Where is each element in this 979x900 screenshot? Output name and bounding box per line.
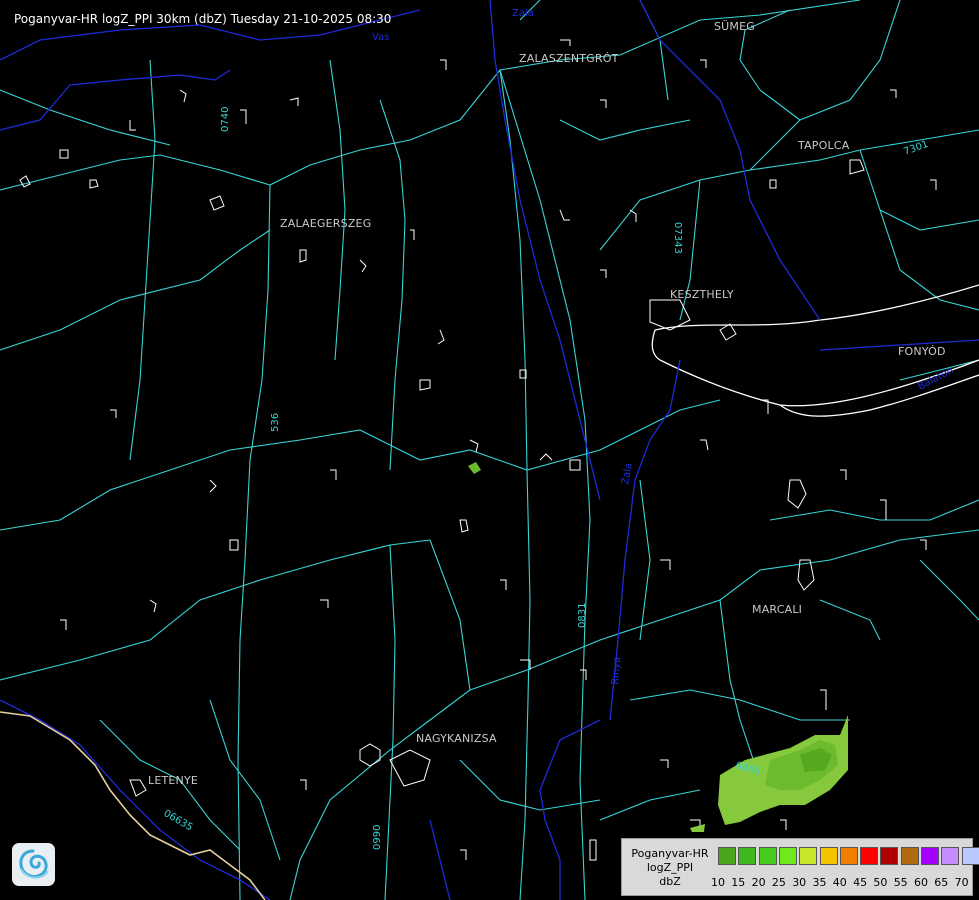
legend-swatch — [961, 847, 979, 865]
city-label-keszthely: KESZTHELY — [670, 288, 734, 301]
legend-tick-label: 25 — [771, 876, 786, 889]
legend-tick-label: 55 — [893, 876, 908, 889]
legend-swatch — [819, 847, 838, 865]
radar-product-title: Poganyvar-HR logZ_PPI 30km (dbZ) Tuesday… — [14, 12, 392, 26]
legend-swatch — [718, 847, 736, 865]
water-label: Zala — [512, 8, 534, 19]
legend-tick-label: 10 — [711, 876, 725, 889]
legend-swatch — [921, 847, 939, 865]
road-label: 07343 — [672, 222, 683, 254]
legend-tick-label: 50 — [873, 876, 888, 889]
legend-tick-label: 45 — [853, 876, 868, 889]
legend-swatch — [941, 847, 960, 865]
city-label-tapolca: TAPOLCA — [798, 139, 850, 152]
road-label: 0831 — [577, 603, 588, 628]
road-label: 0740 — [220, 107, 231, 132]
radar-echo-small — [690, 824, 705, 832]
map-canvas: 0740 07343 7301 536 0831 0990 06635 6865… — [0, 0, 979, 900]
legend-swatch — [778, 847, 797, 865]
road-label: 536 — [270, 413, 281, 432]
legend-swatch — [839, 847, 858, 865]
legend-swatch — [738, 847, 757, 865]
legend-tick-label: 65 — [934, 876, 949, 889]
legend-tick-label: 20 — [751, 876, 766, 889]
legend-unit: dbZ — [659, 875, 681, 888]
road-label: 0990 — [372, 825, 383, 850]
legend-tick-label: 15 — [731, 876, 746, 889]
water-label: Balaton — [916, 365, 955, 393]
legend-tick-label: 40 — [832, 876, 847, 889]
road-label: 7301 — [902, 139, 930, 158]
city-label-fonyod: FONYÓD — [898, 345, 946, 358]
legend-tick-label: 60 — [914, 876, 928, 889]
legend-caption: Poganyvar-HR logZ_PPI dbZ — [624, 847, 716, 889]
weather-service-logo-icon — [12, 843, 55, 886]
legend-tick-label: 70 — [954, 876, 969, 889]
radar-echoes — [468, 462, 848, 832]
water-label: Rinya — [610, 656, 623, 685]
legend-swatch — [900, 847, 919, 865]
road-label: 06635 — [162, 808, 195, 833]
legend-tick-label: 30 — [792, 876, 807, 889]
city-label-letenye: LETENYE — [148, 774, 199, 787]
city-label-nagykanizsa: NAGYKANIZSA — [416, 732, 497, 745]
legend-tick-label: 35 — [812, 876, 827, 889]
legend-swatch — [799, 847, 818, 865]
legend-swatch — [758, 847, 777, 865]
city-label-marcali: MARCALI — [752, 603, 803, 616]
water-label: Vas — [372, 32, 389, 43]
city-label-zalaegerszeg: ZALAEGERSZEG — [280, 217, 372, 230]
legend-swatch — [860, 847, 879, 865]
water-label: Zala — [620, 462, 635, 485]
city-label-zalaszentgrot: ZALASZENTGRÓT — [519, 52, 619, 65]
legend-swatch — [880, 847, 899, 865]
city-label-sumeg: SÜMEG — [714, 20, 755, 33]
radar-echo-central — [468, 462, 481, 474]
legend-radar-name: Poganyvar-HR — [631, 847, 709, 860]
dbz-color-legend: Poganyvar-HR logZ_PPI dbZ 10 15 20 25 30 35 40… — [621, 838, 979, 896]
legend-product-name: logZ_PPI — [646, 861, 694, 874]
radar-map-view: 0740 07343 7301 536 0831 0990 06635 6865… — [0, 0, 979, 900]
